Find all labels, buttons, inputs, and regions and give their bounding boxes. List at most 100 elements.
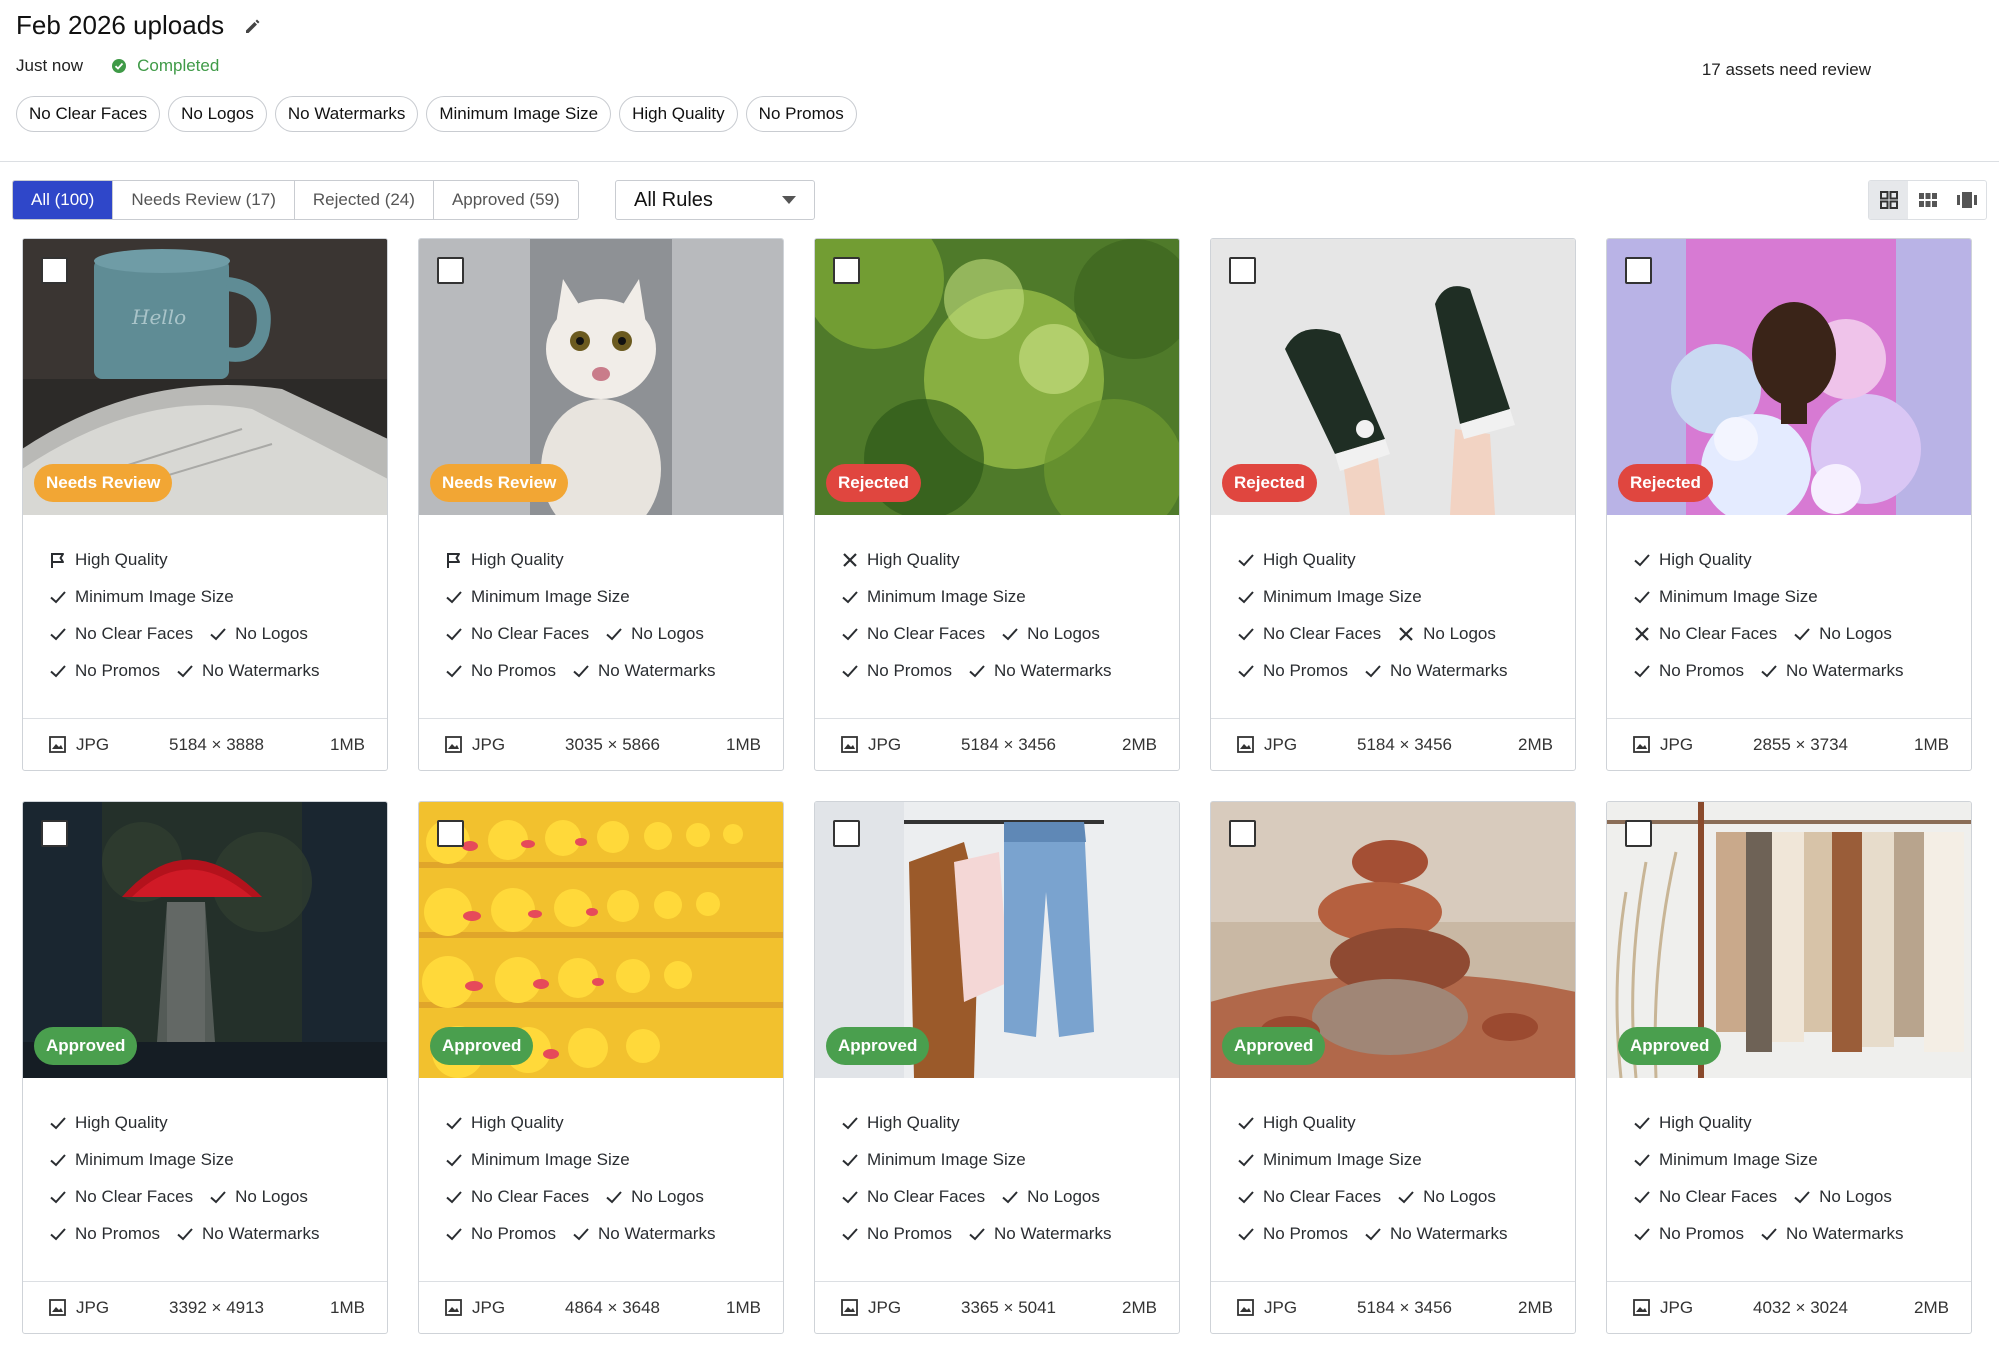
rule-result: High Quality: [1237, 1113, 1356, 1133]
status-badge: Approved: [826, 1027, 930, 1065]
asset-thumbnail[interactable]: Hello Needs Review: [23, 239, 387, 515]
rule-chip[interactable]: No Promos: [745, 96, 857, 132]
asset-card[interactable]: Rejected High Quality Minimum Image Size No…: [1606, 238, 1972, 771]
select-checkbox[interactable]: [41, 257, 68, 284]
asset-card[interactable]: Approved High Quality Minimum Image Size No…: [814, 801, 1180, 1334]
asset-thumbnail[interactable]: Approved: [419, 802, 783, 1078]
rule-filter-value: All Rules: [634, 188, 713, 211]
select-checkbox[interactable]: [437, 820, 464, 847]
asset-thumbnail[interactable]: Approved: [1607, 802, 1971, 1078]
asset-card[interactable]: Hello Needs Review High Quality Minimum Ima…: [22, 238, 388, 771]
select-checkbox[interactable]: [41, 820, 68, 847]
check-icon: [1634, 1227, 1650, 1240]
tab-needs-review[interactable]: Needs Review (17): [113, 181, 295, 219]
check-icon: [573, 664, 589, 677]
asset-card[interactable]: Approved High Quality Minimum Image Size No…: [22, 801, 388, 1334]
asset-footer: JPG 4864 × 3648 1MB: [419, 1281, 783, 1333]
rule-name: No Logos: [1819, 623, 1892, 643]
asset-thumbnail[interactable]: Rejected: [815, 239, 1179, 515]
check-icon: [50, 1153, 66, 1166]
rule-row: No Clear Faces No Logos: [445, 1178, 773, 1215]
svg-text:Hello: Hello: [131, 305, 186, 329]
select-checkbox[interactable]: [437, 257, 464, 284]
rule-chip[interactable]: No Logos: [168, 96, 267, 132]
rule-chip[interactable]: No Watermarks: [274, 96, 419, 132]
rule-name: Minimum Image Size: [1659, 586, 1818, 606]
rule-name: No Logos: [1027, 623, 1100, 643]
check-circle-icon: [112, 59, 127, 73]
rule-name: Minimum Image Size: [75, 1149, 234, 1169]
asset-card[interactable]: Rejected High Quality Minimum Image Size No…: [814, 238, 1180, 771]
asset-footer: JPG 5184 × 3456 2MB: [1211, 1281, 1575, 1333]
rule-row: No Clear Faces No Logos: [1633, 615, 1961, 652]
select-checkbox[interactable]: [833, 820, 860, 847]
asset-thumbnail[interactable]: Approved: [23, 802, 387, 1078]
file-format: JPG: [841, 1298, 961, 1318]
rule-name: High Quality: [867, 549, 960, 569]
format-label: JPG: [472, 1297, 506, 1317]
select-checkbox[interactable]: [833, 257, 860, 284]
rule-name: No Logos: [235, 1186, 308, 1206]
asset-thumbnail[interactable]: Approved: [815, 802, 1179, 1078]
asset-footer: JPG 3035 × 5866 1MB: [419, 718, 783, 770]
check-icon: [1794, 627, 1810, 640]
image-file-icon: [49, 736, 66, 753]
select-checkbox[interactable]: [1229, 820, 1256, 847]
rule-name: No Logos: [1423, 623, 1496, 643]
check-icon: [446, 664, 462, 677]
rule-result: No Promos: [49, 661, 160, 681]
check-icon: [1634, 1153, 1650, 1166]
asset-card[interactable]: Approved High Quality Minimum Image Size No…: [1210, 801, 1576, 1334]
rule-chip[interactable]: No Clear Faces: [16, 96, 161, 132]
check-icon: [842, 590, 858, 603]
rule-result: No Logos: [1001, 624, 1100, 644]
rule-name: No Promos: [471, 660, 557, 680]
rule-row: No Clear Faces No Logos: [49, 615, 377, 652]
asset-card[interactable]: Needs Review High Quality Minimum Image Si…: [418, 238, 784, 771]
edit-title-button[interactable]: [240, 13, 266, 39]
rule-row: No Clear Faces No Logos: [841, 615, 1169, 652]
check-icon: [1365, 1227, 1381, 1240]
rule-row: Minimum Image Size: [445, 578, 773, 615]
tab-rejected[interactable]: Rejected (24): [295, 181, 434, 219]
format-label: JPG: [1660, 734, 1694, 754]
asset-thumbnail[interactable]: Rejected: [1607, 239, 1971, 515]
rule-chip[interactable]: High Quality: [619, 96, 738, 132]
caret-down-icon: [782, 196, 796, 204]
rule-row: Minimum Image Size: [841, 578, 1169, 615]
rule-result: No Logos: [209, 1187, 308, 1207]
select-checkbox[interactable]: [1625, 820, 1652, 847]
rule-name: No Logos: [631, 1186, 704, 1206]
rule-results: High Quality Minimum Image Size No Clear F…: [1237, 541, 1565, 689]
asset-thumbnail[interactable]: Rejected: [1211, 239, 1575, 515]
asset-thumbnail[interactable]: Approved: [1211, 802, 1575, 1078]
asset-thumbnail[interactable]: Needs Review: [419, 239, 783, 515]
rule-chip[interactable]: Minimum Image Size: [426, 96, 612, 132]
rule-name: No Watermarks: [994, 660, 1112, 680]
select-checkbox[interactable]: [1229, 257, 1256, 284]
rule-result: No Clear Faces: [445, 624, 589, 644]
file-format: JPG: [1633, 1298, 1753, 1318]
check-icon: [842, 1153, 858, 1166]
asset-card[interactable]: Rejected High Quality Minimum Image Size No…: [1210, 238, 1576, 771]
tab-approved[interactable]: Approved (59): [434, 181, 578, 219]
check-icon: [1398, 1190, 1414, 1203]
rule-result: Minimum Image Size: [841, 1150, 1026, 1170]
tab-all[interactable]: All (100): [13, 181, 114, 219]
carousel-view-button[interactable]: [1947, 181, 1986, 219]
rule-result: High Quality: [1633, 1113, 1752, 1133]
rule-name: No Promos: [75, 1223, 161, 1243]
asset-card[interactable]: Approved High Quality Minimum Image Size No…: [1606, 801, 1972, 1334]
rule-results: High Quality Minimum Image Size No Clear F…: [445, 1104, 773, 1252]
rule-result: No Logos: [1397, 624, 1496, 644]
rule-row: Minimum Image Size: [49, 1141, 377, 1178]
rule-filter-select[interactable]: All Rules: [615, 180, 815, 220]
asset-card[interactable]: Approved High Quality Minimum Image Size No…: [418, 801, 784, 1334]
select-checkbox[interactable]: [1625, 257, 1652, 284]
view-toggle: [1868, 180, 1987, 220]
small-grid-view-button[interactable]: [1908, 181, 1947, 219]
image-file-icon: [1237, 736, 1254, 753]
rule-name: No Logos: [1027, 1186, 1100, 1206]
large-grid-view-button[interactable]: [1869, 181, 1908, 219]
rule-row: High Quality: [1237, 541, 1565, 578]
